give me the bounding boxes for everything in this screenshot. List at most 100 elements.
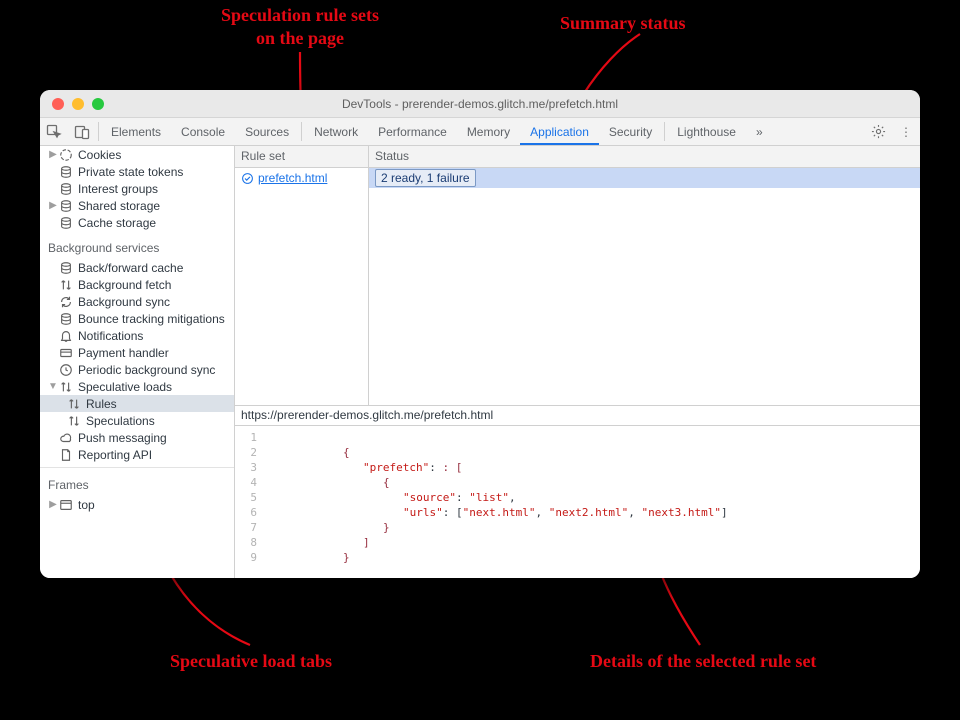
status-row[interactable]: 2 ready, 1 failure: [369, 168, 920, 188]
tab-security[interactable]: Security: [599, 118, 662, 145]
sidebar-item-bgsync[interactable]: Background sync: [40, 293, 234, 310]
tab-application[interactable]: Application: [520, 118, 599, 145]
sidebar-item-speculative[interactable]: ▼ Speculative loads: [40, 378, 234, 395]
sidebar-item-label: Speculative loads: [78, 380, 172, 394]
window-titlebar: DevTools - prerender-demos.glitch.me/pre…: [40, 90, 920, 118]
sidebar-header-background: Background services: [40, 237, 234, 259]
sidebar-item-label: Private state tokens: [78, 165, 183, 179]
database-icon: [58, 198, 74, 214]
sidebar-item-bgfetch[interactable]: Background fetch: [40, 276, 234, 293]
transfer-icon: [58, 277, 74, 293]
cloud-icon: [58, 430, 74, 446]
sidebar-item-payment[interactable]: Payment handler: [40, 344, 234, 361]
sidebar-item-label: Cache storage: [78, 216, 156, 230]
sidebar-item-label: Notifications: [78, 329, 143, 343]
status-chip: 2 ready, 1 failure: [375, 169, 476, 187]
detail-url: https://prerender-demos.glitch.me/prefet…: [235, 406, 920, 426]
code-line: "prefetch": : [: [263, 460, 728, 475]
ruleset-row[interactable]: prefetch.html: [235, 168, 368, 188]
sidebar-item-cookies[interactable]: ▶ Cookies: [40, 146, 234, 163]
sidebar-item-reporting[interactable]: Reporting API: [40, 446, 234, 463]
code-gutter: 123456789: [235, 426, 263, 578]
database-icon: [58, 215, 74, 231]
rules-panel: Rule set Status prefetch.html 2 ready, 1…: [235, 146, 920, 578]
column-status[interactable]: Status: [369, 146, 920, 167]
sync-icon: [58, 294, 74, 310]
tab-elements[interactable]: Elements: [101, 118, 171, 145]
database-icon: [58, 181, 74, 197]
cookies-icon: [58, 147, 74, 163]
annotation-summary: Summary status: [560, 12, 686, 35]
sidebar-item-label: Cookies: [78, 148, 121, 162]
database-icon: [58, 260, 74, 276]
sidebar-item-shared-storage[interactable]: ▶ Shared storage: [40, 197, 234, 214]
sidebar-item-interest-groups[interactable]: Interest groups: [40, 180, 234, 197]
bell-icon: [58, 328, 74, 344]
sidebar-item-periodic[interactable]: Periodic background sync: [40, 361, 234, 378]
rules-table-body: prefetch.html 2 ready, 1 failure: [235, 168, 920, 406]
window-title: DevTools - prerender-demos.glitch.me/pre…: [40, 97, 920, 111]
sidebar-item-label: Periodic background sync: [78, 363, 215, 377]
code-line: [263, 430, 728, 445]
sidebar-item-label: Shared storage: [78, 199, 160, 213]
device-toolbar-icon[interactable]: [68, 118, 96, 145]
ruleset-name: prefetch.html: [258, 171, 327, 185]
transfer-icon: [58, 379, 74, 395]
sidebar-item-rules[interactable]: Rules: [40, 395, 234, 412]
sidebar-item-bounce[interactable]: Bounce tracking mitigations: [40, 310, 234, 327]
sidebar-item-bfcache[interactable]: Back/forward cache: [40, 259, 234, 276]
tab-performance[interactable]: Performance: [368, 118, 457, 145]
sidebar-item-push[interactable]: Push messaging: [40, 429, 234, 446]
sidebar-item-label: Payment handler: [78, 346, 169, 360]
document-icon: [58, 447, 74, 463]
frame-icon: [58, 497, 74, 513]
code-line: "source": "list",: [263, 490, 728, 505]
tab-overflow[interactable]: »: [746, 118, 773, 145]
annotation-tabs: Speculative load tabs: [170, 650, 332, 673]
devtools-window: DevTools - prerender-demos.glitch.me/pre…: [40, 90, 920, 578]
sidebar-item-label: top: [78, 498, 95, 512]
sidebar-item-label: Background fetch: [78, 278, 171, 292]
sidebar-item-label: Push messaging: [78, 431, 167, 445]
sidebar-item-label: Back/forward cache: [78, 261, 183, 275]
annotation-rulesets: Speculation rule setson the page: [170, 4, 430, 49]
rules-table-header: Rule set Status: [235, 146, 920, 168]
sidebar-item-label: Speculations: [86, 414, 155, 428]
database-icon: [58, 311, 74, 327]
application-sidebar: ▶ Cookies Private state tokens Interest …: [40, 146, 235, 578]
status-ok-icon: [241, 172, 254, 185]
devtools-tab-bar: Elements Console Sources Network Perform…: [40, 118, 920, 146]
sidebar-item-label: Background sync: [78, 295, 170, 309]
code-line: {: [263, 475, 728, 490]
card-icon: [58, 345, 74, 361]
sidebar-item-cache-storage[interactable]: Cache storage: [40, 214, 234, 231]
sidebar-item-label: Bounce tracking mitigations: [78, 312, 225, 326]
tab-lighthouse[interactable]: Lighthouse: [667, 118, 746, 145]
more-icon[interactable]: ⋮: [892, 125, 920, 139]
annotation-details: Details of the selected rule set: [590, 650, 816, 673]
transfer-icon: [66, 396, 82, 412]
clock-icon: [58, 362, 74, 378]
code-line: {: [263, 445, 728, 460]
sidebar-item-top-frame[interactable]: ▶ top: [40, 496, 234, 513]
code-line: }: [263, 520, 728, 535]
ruleset-source[interactable]: 123456789 { "prefetch": : [ { "source": …: [235, 426, 920, 578]
sidebar-item-label: Reporting API: [78, 448, 152, 462]
sidebar-item-private-state[interactable]: Private state tokens: [40, 163, 234, 180]
transfer-icon: [66, 413, 82, 429]
code-line: ]: [263, 535, 728, 550]
tab-network[interactable]: Network: [304, 118, 368, 145]
column-ruleset[interactable]: Rule set: [235, 146, 369, 167]
sidebar-item-notifications[interactable]: Notifications: [40, 327, 234, 344]
sidebar-item-speculations[interactable]: Speculations: [40, 412, 234, 429]
code-source: { "prefetch": : [ { "source": "list", "u…: [263, 426, 728, 578]
code-line: "urls": ["next.html", "next2.html", "nex…: [263, 505, 728, 520]
tab-memory[interactable]: Memory: [457, 118, 520, 145]
sidebar-item-label: Rules: [86, 397, 117, 411]
tab-console[interactable]: Console: [171, 118, 235, 145]
tab-sources[interactable]: Sources: [235, 118, 299, 145]
database-icon: [58, 164, 74, 180]
code-line: }: [263, 550, 728, 565]
inspect-element-icon[interactable]: [40, 118, 68, 145]
settings-icon[interactable]: [864, 124, 892, 139]
